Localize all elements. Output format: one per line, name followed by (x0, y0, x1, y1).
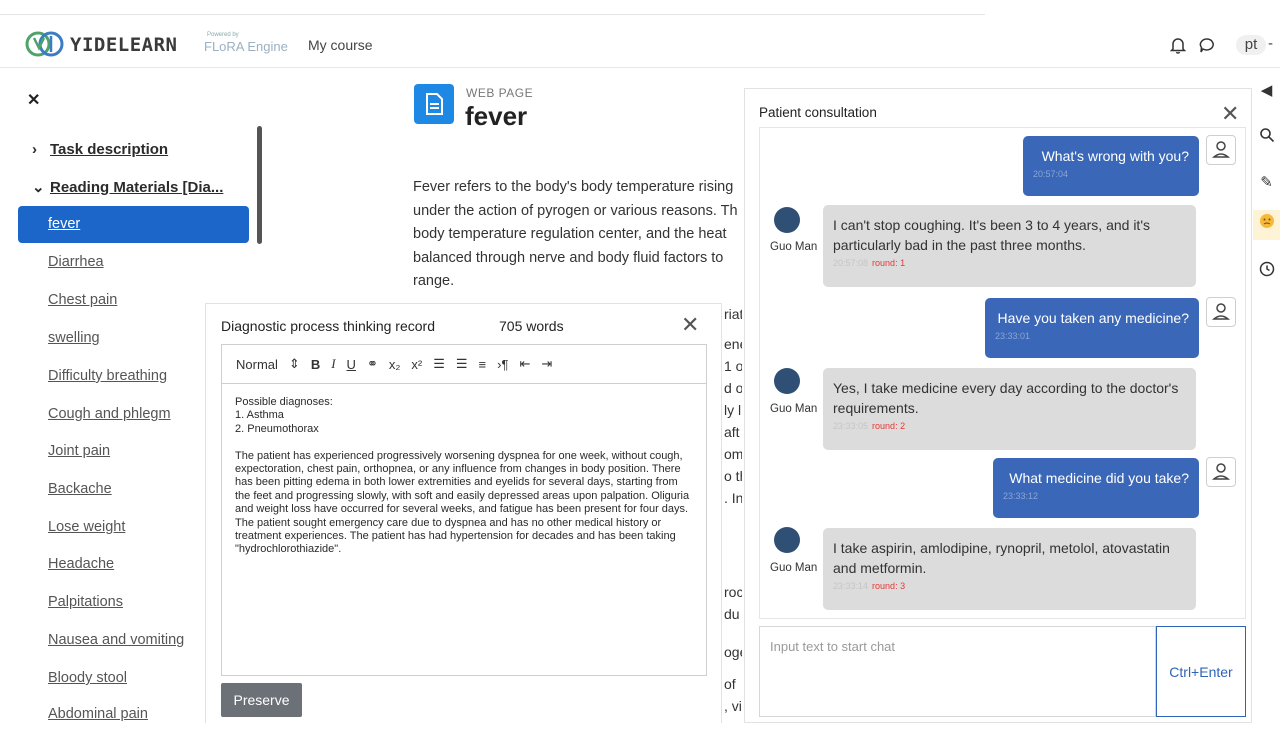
chat-message-user: Have you taken any medicine? 23:33:01 (985, 298, 1199, 358)
clock-icon[interactable] (1253, 258, 1280, 288)
chat-message-patient: Yes, I take medicine every day according… (823, 368, 1196, 450)
close-icon[interactable]: ✕ (1221, 101, 1239, 127)
content-type-label: WEB PAGE (466, 86, 534, 100)
page-text-fragment: ly l (724, 402, 742, 418)
page-text-fragment: du (724, 606, 740, 622)
link-icon[interactable]: ⚭ (367, 356, 378, 372)
sidebar-item-diarrhea[interactable]: Diarrhea (18, 244, 249, 281)
brand-name[interactable]: YIDELEARN (70, 34, 177, 56)
pencil-icon[interactable]: ✎ (1253, 168, 1280, 198)
patient-name: Guo Man (770, 241, 818, 253)
ordered-list-icon[interactable]: ☰ (433, 356, 445, 372)
diagnostic-record-panel: Diagnostic process thinking record 705 w… (205, 303, 722, 723)
page-text-fragment: aft (724, 424, 740, 440)
close-icon[interactable]: ✕ (681, 312, 699, 338)
message-icon[interactable] (1199, 37, 1216, 54)
page-text-fragment: oge (724, 644, 742, 660)
patient-consultation-panel: Patient consultation ✕ What's wrong with… (744, 88, 1252, 723)
engine-sublabel: Powered by (207, 32, 239, 38)
italic-icon[interactable]: I (331, 356, 335, 372)
page-text-fragment: of (724, 676, 736, 692)
text-direction-icon[interactable]: ›¶ (497, 357, 508, 372)
right-tool-rail: ◀ ✎ (1253, 70, 1280, 723)
drawer-scrollbar[interactable] (257, 126, 262, 244)
chat-message-user: What medicine did you take? 23:33:12 (993, 458, 1199, 518)
editor-toolbar: Normal ⇕ B I U ⚭ x₂ x² ☰ ☰ ≡ ›¶ ⇤ ⇥ (222, 345, 706, 384)
indent-increase-icon[interactable]: ⇥ (541, 356, 552, 372)
rich-text-editor: Normal ⇕ B I U ⚭ x₂ x² ☰ ☰ ≡ ›¶ ⇤ ⇥ Poss… (221, 344, 707, 676)
preserve-button[interactable]: Preserve (221, 683, 302, 717)
user-icon (1206, 135, 1236, 165)
superscript-icon[interactable]: x² (411, 357, 422, 372)
web-page-icon (414, 84, 454, 124)
underline-icon[interactable]: U (347, 357, 356, 372)
patient-name: Guo Man (770, 403, 818, 415)
patient-avatar (774, 527, 800, 553)
user-icon (1206, 297, 1236, 327)
emotion-icon[interactable] (1253, 210, 1280, 240)
bold-icon[interactable]: B (311, 357, 320, 372)
page-text-fragment: 1 o (724, 358, 742, 374)
style-dropdown-icon[interactable]: ⇕ (289, 356, 300, 372)
editor-content[interactable]: Possible diagnoses: 1. Asthma 2. Pneumot… (222, 384, 706, 569)
word-count: 705 words (499, 318, 564, 334)
bell-icon[interactable] (1170, 37, 1186, 54)
page-text-fragment: , vi (724, 698, 742, 714)
user-menu-caret-icon[interactable]: - (1268, 35, 1273, 52)
chat-message-patient: I can't stop coughing. It's been 3 to 4 … (823, 205, 1196, 287)
chat-panel-title: Patient consultation (759, 105, 877, 120)
close-drawer-icon[interactable]: ✕ (27, 90, 40, 110)
user-icon (1206, 457, 1236, 487)
chat-message-list[interactable]: What's wrong with you? 20:57:04 Guo Man … (759, 127, 1246, 619)
page-text-fragment: ene (724, 336, 742, 352)
page-text-fragment: roc (724, 584, 742, 600)
patient-avatar (774, 207, 800, 233)
diagnostic-panel-title: Diagnostic process thinking record (221, 318, 435, 334)
page-text-fragment: riat (724, 306, 742, 322)
indent-decrease-icon[interactable]: ⇤ (519, 356, 530, 372)
search-icon[interactable] (1253, 124, 1280, 154)
page-text-fragment: d of (724, 380, 742, 396)
collapse-left-icon[interactable]: ◀ (1253, 76, 1280, 106)
send-button[interactable]: Ctrl+Enter (1156, 626, 1246, 717)
logo-icon (25, 31, 64, 57)
sidebar-item-fever[interactable]: fever (18, 206, 249, 243)
chat-input[interactable]: Input text to start chat (759, 626, 1156, 717)
align-icon[interactable]: ≡ (479, 357, 487, 372)
my-course-link[interactable]: My course (308, 37, 373, 53)
header: YIDELEARN Powered by FLoRA Engine My cou… (0, 22, 1280, 68)
page-title: fever (465, 101, 528, 131)
chat-message-patient: I take aspirin, amlodipine, rynopril, me… (823, 528, 1196, 610)
subscript-icon[interactable]: x₂ (389, 357, 401, 372)
patient-name: Guo Man (770, 562, 818, 574)
page-text-fragment: o th (724, 468, 742, 484)
top-divider (0, 14, 985, 15)
page-paragraph: Fever refers to the body's body temperat… (413, 179, 738, 289)
paragraph-style-select[interactable]: Normal (236, 357, 278, 372)
chevron-down-icon: ⌄ (32, 179, 45, 196)
chevron-right-icon: › (32, 141, 37, 158)
chat-message-user: What's wrong with you? 20:57:04 (1023, 136, 1199, 196)
user-avatar[interactable]: pt (1236, 35, 1266, 55)
patient-avatar (774, 368, 800, 394)
engine-label: FLoRA Engine (204, 39, 288, 54)
section-reading-materials[interactable]: ⌄ Reading Materials [Dia... (32, 178, 223, 196)
page-text-fragment: . In (724, 490, 742, 506)
page-text-fragment: ome (724, 446, 742, 462)
section-task-description[interactable]: › Task description (32, 141, 168, 158)
bullet-list-icon[interactable]: ☰ (456, 356, 468, 372)
